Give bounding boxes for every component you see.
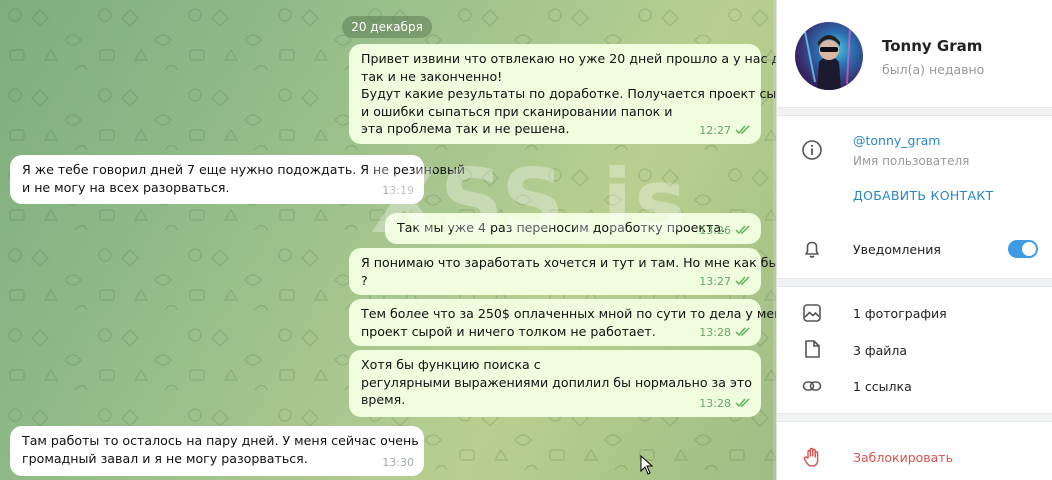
message-meta: 13:19 bbox=[382, 182, 414, 200]
contact-status: был(а) недавно bbox=[882, 62, 985, 77]
message-meta: 13:30 bbox=[382, 454, 414, 472]
message-bubble-outgoing[interactable]: Я понимаю что заработать хочется и тут и… bbox=[349, 248, 776, 295]
message-meta: 13:28 bbox=[699, 395, 751, 413]
double-check-icon bbox=[735, 125, 750, 135]
username-label: Имя пользователя bbox=[853, 154, 970, 168]
double-check-icon bbox=[735, 398, 750, 408]
message-bubble-incoming[interactable]: Там работы то осталось на пару дней. У м… bbox=[10, 426, 424, 476]
avatar[interactable] bbox=[795, 22, 863, 90]
date-separator: 20 декабря bbox=[342, 16, 432, 38]
message-bubble-outgoing[interactable]: Хотя бы функцию поиска с регулярными выр… bbox=[349, 350, 761, 417]
message-time: 13:30 bbox=[382, 455, 414, 469]
notifications-label: Уведомления bbox=[853, 242, 941, 257]
contact-name: Tonny Gram bbox=[882, 37, 983, 55]
block-user-button[interactable]: Заблокировать bbox=[853, 450, 953, 465]
message-text: Тем более что за 250$ оплаченных мной по… bbox=[361, 306, 776, 339]
double-check-icon bbox=[735, 276, 750, 286]
media-files[interactable]: 3 файла bbox=[853, 343, 907, 358]
message-bubble-outgoing[interactable]: Тем более что за 250$ оплаченных мной по… bbox=[349, 299, 776, 346]
message-bubble-incoming[interactable]: Я же тебе говорил дней 7 еще нужно подож… bbox=[10, 155, 466, 204]
message-meta: 13:28 bbox=[699, 324, 751, 342]
message-time: 12:27 bbox=[699, 123, 731, 137]
message-meta: 13:27 bbox=[699, 273, 751, 291]
file-icon bbox=[805, 340, 820, 358]
message-time: 13:26 bbox=[699, 223, 731, 237]
double-check-icon bbox=[735, 327, 750, 337]
message-text: Хотя бы функцию поиска с регулярными выр… bbox=[361, 357, 752, 407]
message-meta: 12:27 bbox=[699, 122, 751, 140]
chat-area[interactable]: XSS.is 20 декабря Привет извини что отвл… bbox=[0, 0, 776, 480]
mouse-cursor-icon bbox=[640, 455, 654, 475]
hand-stop-icon bbox=[803, 447, 819, 467]
notifications-toggle[interactable] bbox=[1008, 240, 1038, 258]
message-text: Там работы то осталось на пару дней. У м… bbox=[22, 433, 419, 466]
message-bubble-outgoing[interactable]: Так мы уже 4 раз переносим доработку про… bbox=[385, 213, 761, 244]
add-contact-button[interactable]: ДОБАВИТЬ КОНТАКТ bbox=[853, 188, 993, 203]
media-photos[interactable]: 1 фотография bbox=[853, 306, 947, 321]
photo-icon bbox=[803, 304, 821, 322]
profile-panel: Tonny Gram был(а) недавно @tonny_gram Им… bbox=[776, 0, 1052, 480]
message-text: Я понимаю что заработать хочется и тут и… bbox=[361, 255, 776, 288]
message-time: 13:28 bbox=[699, 325, 731, 339]
toggle-knob bbox=[1022, 242, 1036, 256]
avatar-image bbox=[804, 26, 851, 90]
bell-icon bbox=[805, 241, 819, 258]
section-divider bbox=[777, 107, 1052, 116]
message-meta: 13:26 bbox=[699, 222, 751, 240]
link-icon bbox=[802, 381, 822, 391]
double-check-icon bbox=[735, 225, 750, 235]
message-bubble-outgoing[interactable]: Привет извини что отвлекаю но уже 20 дне… bbox=[349, 44, 776, 144]
media-links[interactable]: 1 ссылка bbox=[853, 379, 912, 394]
info-icon bbox=[802, 140, 822, 160]
section-divider bbox=[777, 278, 1052, 287]
message-time: 13:19 bbox=[382, 183, 414, 197]
message-time: 13:27 bbox=[699, 274, 731, 288]
username-link[interactable]: @tonny_gram bbox=[853, 133, 940, 148]
section-divider bbox=[777, 413, 1052, 422]
message-text: Я же тебе говорил дней 7 еще нужно подож… bbox=[22, 162, 466, 195]
message-time: 13:28 bbox=[699, 396, 731, 410]
message-text: Привет извини что отвлекаю но уже 20 дне… bbox=[361, 51, 776, 136]
message-text: Так мы уже 4 раз переносим доработку про… bbox=[397, 220, 726, 235]
